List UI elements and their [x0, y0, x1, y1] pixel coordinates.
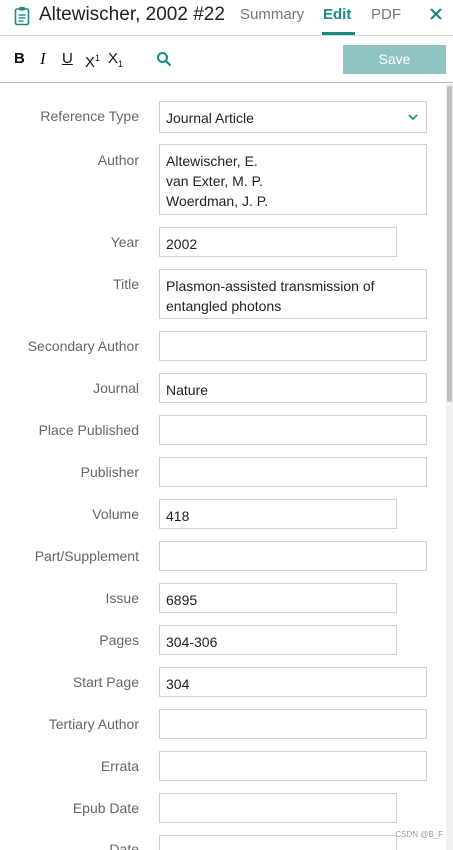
- formatting-toolbar: B I U X1 X1 Save: [0, 37, 453, 83]
- date-label: Date: [109, 841, 139, 850]
- author-label: Author: [97, 152, 139, 168]
- reference-title: Altewischer, 2002 #22: [39, 4, 225, 25]
- author-line: Altewischer, E.: [166, 153, 258, 169]
- epub-date-field[interactable]: [159, 793, 397, 823]
- reference-edit-form: Reference Type Journal Article Author Al…: [0, 84, 446, 850]
- journal-field[interactable]: Nature: [159, 373, 427, 403]
- bold-button[interactable]: B: [14, 50, 25, 67]
- subscript-label: X: [108, 50, 119, 67]
- search-icon[interactable]: [156, 51, 172, 67]
- active-tab-indicator: [322, 32, 355, 35]
- part-supplement-field[interactable]: [159, 541, 427, 571]
- clipboard-icon: [14, 7, 30, 26]
- start-page-label: Start Page: [72, 674, 139, 690]
- watermark: CSDN @B_F: [395, 830, 443, 839]
- tab-summary[interactable]: Summary: [240, 6, 304, 23]
- reference-type-value: Journal Article: [166, 110, 254, 126]
- start-page-field[interactable]: 304: [159, 667, 427, 697]
- chevron-down-icon: [408, 114, 418, 121]
- author-line: Woerdman, J. P.: [166, 193, 269, 209]
- tertiary-author-label: Tertiary Author: [48, 716, 139, 732]
- pages-label: Pages: [99, 632, 139, 648]
- epub-date-label: Epub Date: [72, 800, 139, 816]
- volume-field[interactable]: 418: [159, 499, 397, 529]
- errata-field[interactable]: [159, 751, 427, 781]
- pages-field[interactable]: 304-306: [159, 625, 397, 655]
- year-label: Year: [110, 234, 139, 250]
- year-field[interactable]: 2002: [159, 227, 397, 257]
- place-published-label: Place Published: [38, 422, 139, 438]
- issue-label: Issue: [105, 590, 139, 606]
- title-line: Plasmon-assisted transmission of: [166, 278, 375, 294]
- part-supplement-label: Part/Supplement: [34, 548, 139, 564]
- underline-button[interactable]: U: [62, 50, 73, 67]
- reference-type-select[interactable]: Journal Article: [159, 101, 427, 133]
- superscript-label: X: [85, 54, 96, 71]
- superscript-mark: 1: [95, 53, 101, 63]
- header-bar: Altewischer, 2002 #22 Summary Edit PDF: [0, 0, 453, 36]
- author-field[interactable]: Altewischer, E. van Exter, M. P. Woerdma…: [159, 144, 427, 215]
- reference-type-label: Reference Type: [40, 108, 139, 124]
- secondary-author-field[interactable]: [159, 331, 427, 361]
- title-line: entangled photons: [166, 298, 282, 314]
- publisher-label: Publisher: [80, 464, 139, 480]
- tab-edit[interactable]: Edit: [323, 6, 351, 23]
- errata-label: Errata: [100, 758, 139, 774]
- place-published-field[interactable]: [159, 415, 427, 445]
- journal-label: Journal: [93, 380, 139, 396]
- title-field[interactable]: Plasmon-assisted transmission of entangl…: [159, 269, 427, 319]
- italic-button[interactable]: I: [40, 49, 46, 69]
- author-line: van Exter, M. P.: [166, 173, 264, 189]
- publisher-field[interactable]: [159, 457, 427, 487]
- tab-pdf[interactable]: PDF: [371, 6, 401, 23]
- volume-label: Volume: [92, 506, 139, 522]
- close-icon[interactable]: [428, 6, 444, 22]
- superscript-button[interactable]: X1: [85, 50, 100, 71]
- date-field[interactable]: [159, 835, 397, 850]
- secondary-author-label: Secondary Author: [27, 338, 139, 354]
- title-label: Title: [113, 276, 139, 292]
- tertiary-author-field[interactable]: [159, 709, 427, 739]
- subscript-button[interactable]: X1: [108, 50, 123, 70]
- issue-field[interactable]: 6895: [159, 583, 397, 613]
- save-button[interactable]: Save: [343, 45, 446, 74]
- scrollbar-thumb[interactable]: [447, 86, 452, 402]
- subscript-mark: 1: [118, 59, 124, 69]
